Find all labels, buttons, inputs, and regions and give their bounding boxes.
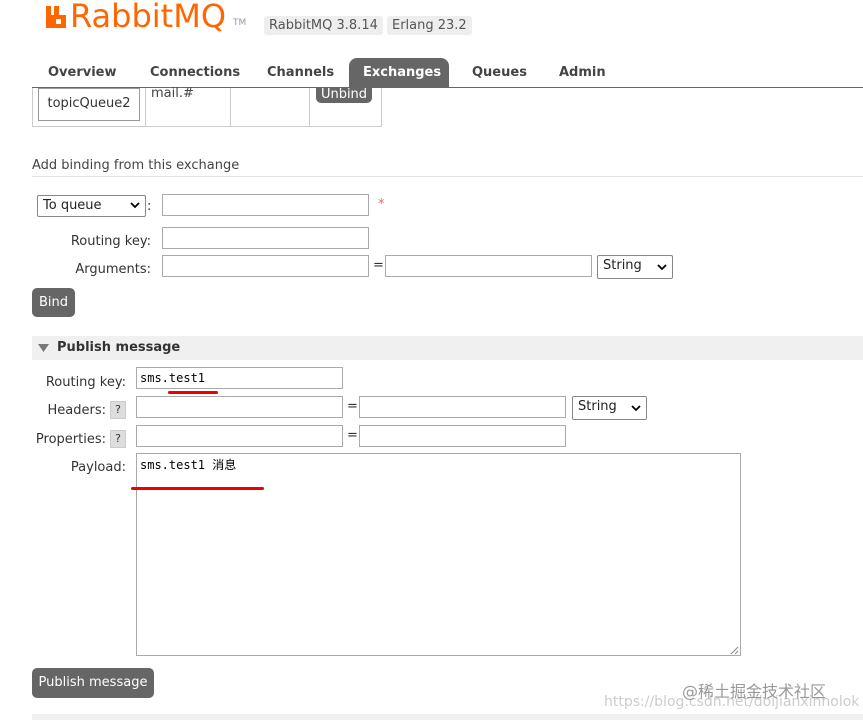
argument-key-input[interactable]: [162, 255, 369, 277]
required-mark: *: [378, 197, 385, 212]
publish-section-title: Publish message: [57, 340, 181, 355]
resize-handle-icon[interactable]: [730, 646, 739, 655]
tab-exchanges[interactable]: Exchanges: [349, 58, 449, 87]
rabbitmq-logo-icon: [46, 6, 66, 28]
collapse-triangle-icon[interactable]: [38, 344, 49, 352]
next-section-header: [32, 714, 863, 720]
header-type-select[interactable]: String: [572, 396, 647, 420]
table-divider: [309, 88, 310, 126]
erlang-badge: Erlang 23.2: [387, 16, 472, 35]
tab-channels[interactable]: Channels: [253, 58, 348, 87]
property-key-input[interactable]: [136, 425, 343, 447]
equals-sign: =: [347, 428, 358, 443]
argument-type-select[interactable]: String: [597, 255, 673, 279]
chevron-down-icon: [657, 264, 667, 271]
destination-type-select[interactable]: To queue: [37, 195, 146, 217]
header-type-value: String: [578, 399, 617, 414]
properties-help-button[interactable]: ?: [110, 430, 126, 448]
header-value-input[interactable]: [359, 396, 566, 418]
header-key-input[interactable]: [136, 396, 343, 418]
tab-queues[interactable]: Queues: [458, 58, 541, 87]
tab-connections[interactable]: Connections: [136, 58, 254, 87]
chevron-down-icon: [130, 202, 140, 209]
destination-type-value: To queue: [43, 198, 102, 213]
equals-sign: =: [373, 258, 384, 273]
property-value-input[interactable]: [359, 425, 566, 447]
bind-button[interactable]: Bind: [32, 288, 75, 317]
binding-queue-link[interactable]: topicQueue2: [38, 88, 140, 121]
annotation-underline: [168, 391, 218, 394]
binding-routing-key: mail.#: [151, 86, 194, 101]
unbind-button[interactable]: Unbind: [316, 88, 372, 103]
publish-message-button[interactable]: Publish message: [32, 668, 154, 698]
destination-name-input[interactable]: [162, 194, 369, 216]
binding-routing-key-label: Routing key:: [70, 234, 151, 249]
trademark: TM: [233, 18, 247, 28]
publish-routing-key-label: Routing key:: [45, 375, 126, 390]
properties-label: Properties:: [35, 432, 106, 447]
payload-label: Payload:: [70, 460, 126, 475]
argument-value-input[interactable]: [385, 255, 592, 277]
site-watermark: @稀土掘金技术社区: [682, 682, 827, 701]
add-binding-title: Add binding from this exchange: [32, 158, 240, 173]
version-badge: RabbitMQ 3.8.14: [264, 16, 383, 35]
headers-help-button[interactable]: ?: [110, 401, 126, 419]
tab-admin[interactable]: Admin: [545, 58, 620, 87]
headers-label: Headers:: [47, 403, 107, 418]
binding-routing-key-input[interactable]: [162, 227, 369, 249]
argument-type-value: String: [603, 258, 642, 273]
colon-label: :: [147, 199, 152, 214]
tab-overview[interactable]: Overview: [34, 58, 131, 87]
payload-textarea[interactable]: sms.test1 消息: [136, 453, 741, 656]
equals-sign: =: [347, 399, 358, 414]
annotation-underline: [131, 487, 264, 490]
publish-routing-key-input[interactable]: sms.test1: [136, 367, 343, 389]
table-divider: [145, 88, 146, 126]
section-divider: [32, 176, 863, 177]
chevron-down-icon: [631, 405, 641, 412]
table-divider: [230, 88, 231, 126]
brand-name: RabbitMQ: [70, 0, 226, 35]
arguments-label: Arguments:: [75, 262, 151, 277]
